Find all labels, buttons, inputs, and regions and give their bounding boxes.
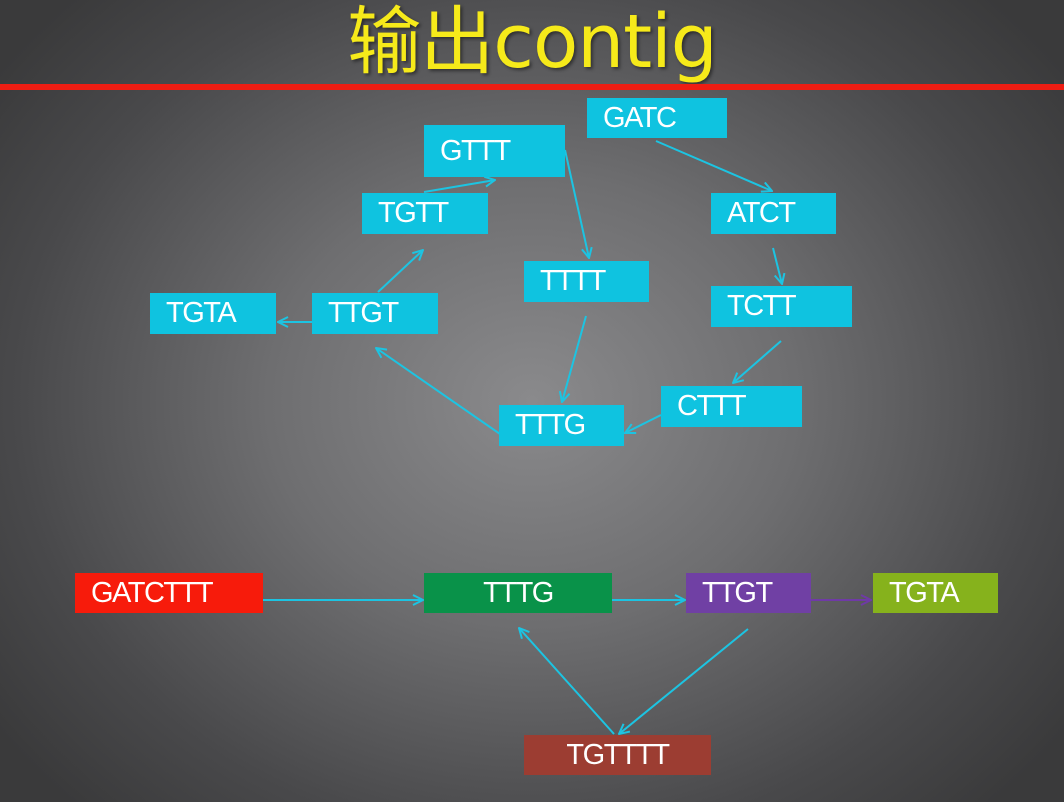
edge-tttt-tttg bbox=[562, 315, 587, 402]
node-tgtt: TGTT bbox=[362, 193, 488, 234]
edge-tttg-ttgt bbox=[376, 348, 501, 435]
edge-tgtttt-tttg bbox=[519, 628, 615, 735]
node-tctt: TCTT bbox=[711, 286, 852, 327]
contig-ttgt: TTGT bbox=[686, 573, 811, 613]
node-ttgt: TTGT bbox=[312, 293, 438, 334]
node-cttt: CTTT bbox=[661, 386, 802, 427]
edge-ttgt-tgtt bbox=[377, 250, 423, 293]
node-gatc: GATC bbox=[587, 98, 727, 138]
contig-tgta: TGTA bbox=[873, 573, 998, 613]
node-tgta: TGTA bbox=[150, 293, 276, 334]
edge-gatc-atct bbox=[655, 140, 772, 191]
contig-tgtttt: TGTTTT bbox=[524, 735, 711, 775]
edge-cttt-tttg bbox=[625, 414, 662, 433]
edge-layer bbox=[263, 140, 1064, 802]
edge-tgtt-gttt bbox=[423, 180, 495, 193]
node-gttt: GTTT bbox=[424, 125, 565, 177]
edge-gttt-tttt bbox=[564, 149, 589, 258]
node-tttt: TTTT bbox=[524, 261, 649, 302]
edge-ttgt-tgtttt bbox=[619, 628, 749, 734]
contig-gatcttt: GATCTTT bbox=[75, 573, 263, 613]
contig-tttg: TTTG bbox=[424, 573, 612, 613]
edge-atct-tctt bbox=[772, 247, 782, 284]
edge-tctt-cttt bbox=[733, 340, 782, 383]
node-atct: ATCT bbox=[711, 193, 836, 234]
node-tttg: TTTG bbox=[499, 405, 624, 446]
